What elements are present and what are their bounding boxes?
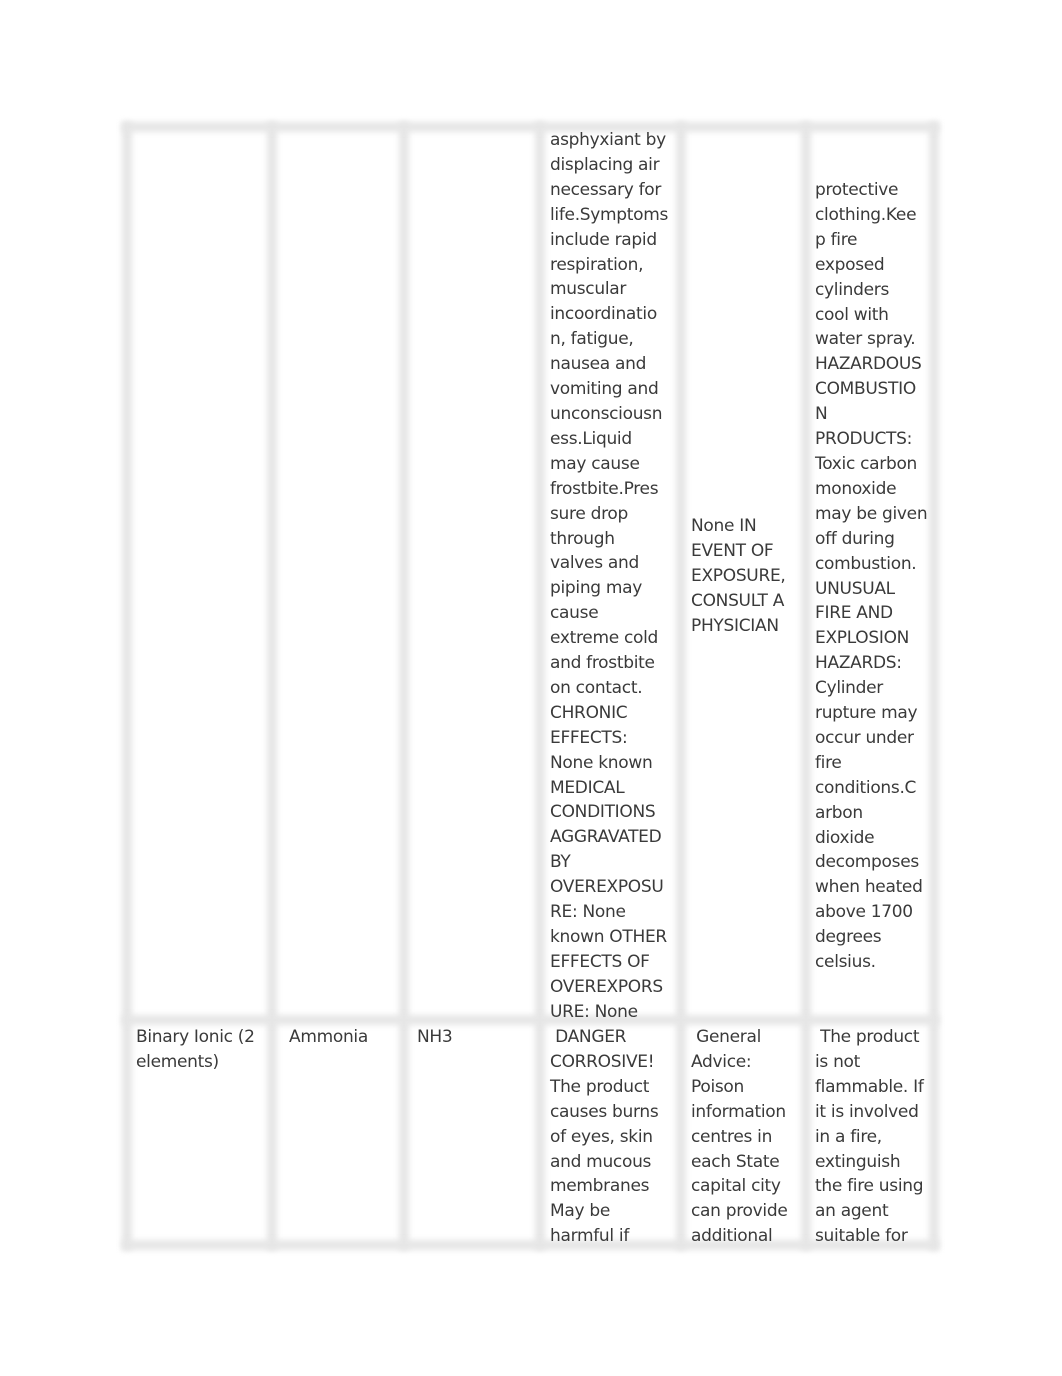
cell-formula: NH3 (417, 1027, 453, 1047)
column-divider (801, 122, 811, 1250)
column-divider (399, 122, 409, 1250)
column-divider (535, 122, 545, 1250)
table-border-top (122, 122, 939, 132)
cell-first-aid: General Advice: Poison information centr… (691, 1027, 788, 1247)
cell-type: Binary Ionic (2 elements) (136, 1027, 255, 1072)
cell-first-aid: None IN EVENT OF EXPOSURE, CONSULT A PHY… (691, 516, 786, 636)
document-page: asphyxiant by displacing air necessary f… (0, 0, 1062, 1376)
cell-fire-hazards: protective clothing.Kee p fire exposed c… (815, 180, 928, 973)
row-divider (122, 1015, 939, 1025)
cell-fire-hazards: The product is not flammable. If it is i… (815, 1027, 924, 1247)
cell-name: Ammonia (289, 1027, 368, 1047)
cell-health-hazards: DANGER CORROSIVE! The product causes bur… (550, 1027, 659, 1247)
table-border-left (122, 122, 132, 1250)
cell-health-hazards: asphyxiant by displacing air necessary f… (550, 130, 669, 1022)
column-divider (676, 122, 686, 1250)
column-divider (267, 122, 277, 1250)
